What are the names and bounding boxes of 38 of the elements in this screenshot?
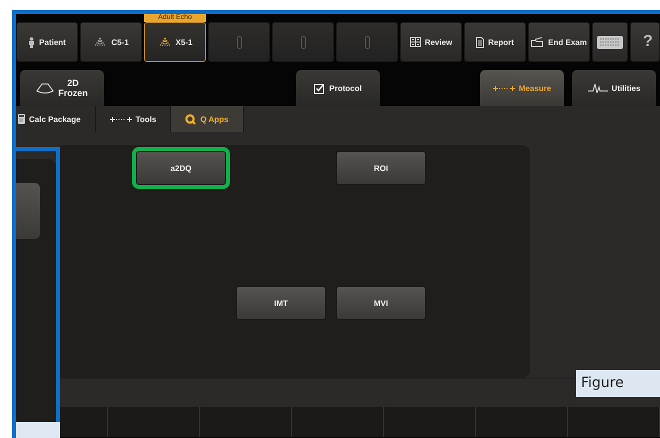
empty-slot-button[interactable]	[336, 22, 398, 62]
beam-icon	[93, 37, 108, 47]
document-icon	[476, 36, 484, 48]
folder-icon	[531, 37, 544, 47]
waveform-icon	[588, 83, 608, 93]
caliper-icon	[110, 116, 132, 122]
probe-button[interactable]: X5-1	[144, 22, 206, 62]
keyboard-button[interactable]	[592, 22, 628, 62]
patient-button[interactable]: Patient	[16, 22, 78, 62]
grid-icon	[410, 37, 421, 47]
q-icon	[185, 114, 196, 124]
mode-tab[interactable]: Utilities	[572, 70, 656, 106]
slot-icon	[300, 36, 306, 48]
beam-icon	[158, 37, 172, 47]
mode-tab[interactable]: Protocol	[296, 70, 380, 106]
app-button[interactable]: IMT	[236, 286, 326, 320]
probe-button[interactable]: C5-1	[80, 22, 142, 62]
figure-caption: Figure	[576, 370, 660, 397]
end-button[interactable]: End Exam	[528, 22, 590, 62]
review-button[interactable]: Review	[400, 22, 462, 62]
sector-icon	[36, 82, 54, 94]
report-button[interactable]: Report	[464, 22, 526, 62]
sub-tab[interactable]: Q Apps	[171, 106, 244, 132]
sub-tab[interactable]: Calc Package	[16, 106, 96, 132]
help-button[interactable]: ?	[630, 22, 660, 62]
slot-icon	[236, 36, 242, 48]
mode-tab[interactable]: 2D Frozen	[20, 70, 104, 106]
person-icon	[28, 36, 36, 48]
app-button[interactable]: ROI	[336, 151, 426, 185]
empty-slot-button[interactable]	[208, 22, 270, 62]
checkbox-icon	[314, 82, 326, 94]
app-button[interactable]: MVI	[336, 286, 426, 320]
calculator-icon	[18, 114, 25, 124]
keyboard-icon	[597, 36, 623, 48]
mode-tab[interactable]: Measure	[480, 70, 564, 106]
slot-icon	[364, 36, 370, 48]
caliper-icon	[492, 84, 515, 92]
empty-slot-button[interactable]	[272, 22, 334, 62]
